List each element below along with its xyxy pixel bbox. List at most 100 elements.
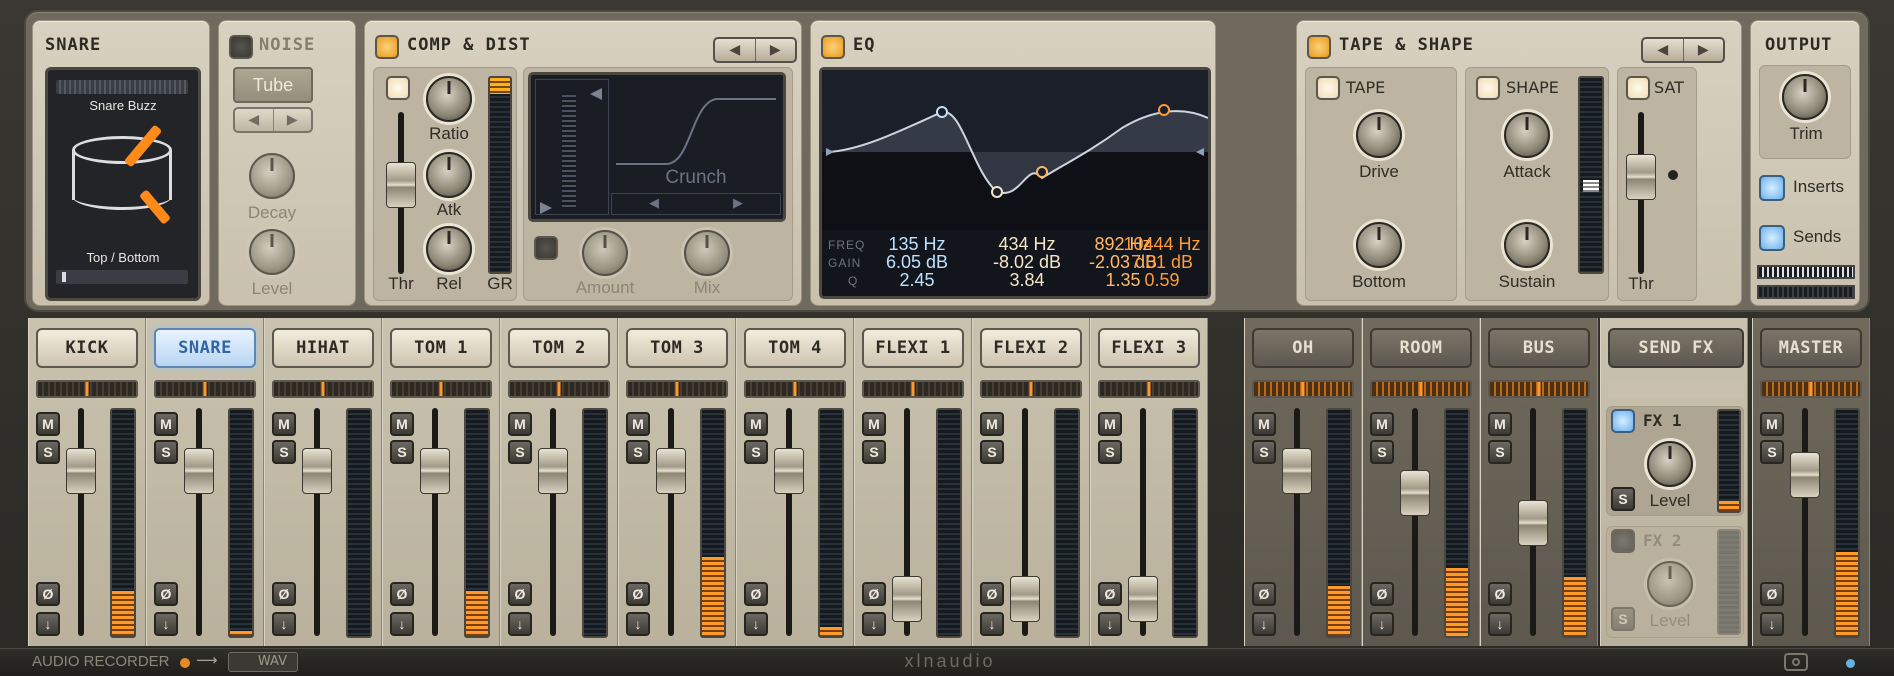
fx1-solo-button[interactable]: S <box>1611 487 1635 511</box>
bus-bus-button[interactable]: BUS <box>1488 328 1590 368</box>
channel-tom-3-output-route-button[interactable]: ↓ <box>626 612 650 636</box>
channel-tom-4-fader[interactable] <box>774 408 804 636</box>
master-mute-button[interactable]: M <box>1760 412 1784 436</box>
channel-flexi-3-phase-button[interactable]: Ø <box>1098 582 1122 606</box>
next-icon[interactable]: ▶ <box>696 194 780 214</box>
shape-on-led[interactable] <box>1476 76 1500 100</box>
comp-preset-arrows[interactable]: ◀ ▶ <box>713 37 797 63</box>
channel-tom-4-mute-button[interactable]: M <box>744 412 768 436</box>
drive-knob[interactable] <box>1356 112 1402 158</box>
dist-display[interactable]: Crunch ◀ ▶ <box>528 72 786 222</box>
sustain-knob[interactable] <box>1504 222 1550 268</box>
channel-tom-4-phase-button[interactable]: Ø <box>744 582 768 606</box>
tape-shape-enable-led[interactable] <box>1307 35 1331 59</box>
channel-snare-mute-button[interactable]: M <box>154 412 178 436</box>
channel-flexi-1-solo-button[interactable]: S <box>862 440 886 464</box>
attack-shape-knob[interactable] <box>1504 112 1550 158</box>
channel-kick-solo-button[interactable]: S <box>36 440 60 464</box>
ratio-knob[interactable] <box>426 76 472 122</box>
channel-flexi-3-pan[interactable] <box>1098 380 1200 398</box>
bus-oh-fader[interactable] <box>1282 408 1312 636</box>
channel-flexi-1-fader[interactable] <box>892 408 922 636</box>
channel-tom-1-button[interactable]: TOM 1 <box>390 328 492 368</box>
channel-tom-1-pan[interactable] <box>390 380 492 398</box>
sendfx-button[interactable]: SEND FX <box>1608 328 1744 368</box>
bus-room-phase-button[interactable]: Ø <box>1370 582 1394 606</box>
bus-room-output-route-button[interactable]: ↓ <box>1370 612 1394 636</box>
bus-bus-mute-button[interactable]: M <box>1488 412 1512 436</box>
noise-type-arrows[interactable]: ◀ ▶ <box>233 107 313 133</box>
mix-knob[interactable] <box>684 230 730 276</box>
bus-bus-pan[interactable] <box>1488 380 1590 398</box>
bus-oh-solo-button[interactable]: S <box>1252 440 1276 464</box>
wav-format-button[interactable]: WAV <box>228 652 298 672</box>
channel-tom-3-button[interactable]: TOM 3 <box>626 328 728 368</box>
bus-room-pan[interactable] <box>1370 380 1472 398</box>
channel-hihat-fader[interactable] <box>302 408 332 636</box>
channel-tom-2-fader[interactable] <box>538 408 568 636</box>
noise-decay-knob[interactable] <box>249 153 295 199</box>
channel-kick-fader[interactable] <box>66 408 96 636</box>
channel-flexi-2-pan[interactable] <box>980 380 1082 398</box>
bus-oh-pan[interactable] <box>1252 380 1354 398</box>
fx1-enable-led[interactable] <box>1611 409 1635 433</box>
channel-flexi-1-mute-button[interactable]: M <box>862 412 886 436</box>
prev-icon[interactable]: ◀ <box>1643 39 1683 61</box>
channel-flexi-2-fader[interactable] <box>1010 408 1040 636</box>
eq-display[interactable]: FREQ GAIN Q 135 Hz 6.05 dB 2.45 434 Hz -… <box>819 67 1211 299</box>
channel-tom-2-button[interactable]: TOM 2 <box>508 328 610 368</box>
channel-kick-button[interactable]: KICK <box>36 328 138 368</box>
channel-flexi-1-phase-button[interactable]: Ø <box>862 582 886 606</box>
channel-snare-phase-button[interactable]: Ø <box>154 582 178 606</box>
channel-tom-1-output-route-button[interactable]: ↓ <box>390 612 414 636</box>
channel-flexi-2-phase-button[interactable]: Ø <box>980 582 1004 606</box>
channel-snare-solo-button[interactable]: S <box>154 440 178 464</box>
channel-tom-3-mute-button[interactable]: M <box>626 412 650 436</box>
channel-flexi-2-button[interactable]: FLEXI 2 <box>980 328 1082 368</box>
bus-room-button[interactable]: ROOM <box>1370 328 1472 368</box>
release-knob[interactable] <box>426 226 472 272</box>
bus-oh-button[interactable]: OH <box>1252 328 1354 368</box>
channel-flexi-3-fader[interactable] <box>1128 408 1158 636</box>
comp-enable-led[interactable] <box>375 35 399 59</box>
bus-bus-phase-button[interactable]: Ø <box>1488 582 1512 606</box>
channel-flexi-1-button[interactable]: FLEXI 1 <box>862 328 964 368</box>
noise-enable-led[interactable] <box>229 35 253 59</box>
eq-enable-led[interactable] <box>821 35 845 59</box>
channel-tom-2-solo-button[interactable]: S <box>508 440 532 464</box>
channel-kick-mute-button[interactable]: M <box>36 412 60 436</box>
camera-icon[interactable] <box>1784 653 1808 671</box>
dist-preset-arrows[interactable]: ◀ ▶ <box>611 193 781 215</box>
channel-tom-4-pan[interactable] <box>744 380 846 398</box>
channel-tom-4-button[interactable]: TOM 4 <box>744 328 846 368</box>
channel-tom-1-phase-button[interactable]: Ø <box>390 582 414 606</box>
channel-tom-1-solo-button[interactable]: S <box>390 440 414 464</box>
master-solo-button[interactable]: S <box>1760 440 1784 464</box>
bus-room-fader[interactable] <box>1400 408 1430 636</box>
trim-knob[interactable] <box>1782 74 1828 120</box>
master-output-route-button[interactable]: ↓ <box>1760 612 1784 636</box>
noise-level-knob[interactable] <box>249 229 295 275</box>
sends-toggle[interactable]: Sends <box>1759 225 1855 259</box>
tape-on-led[interactable] <box>1316 76 1340 100</box>
tape-preset-arrows[interactable]: ◀ ▶ <box>1641 37 1725 63</box>
bus-oh-phase-button[interactable]: Ø <box>1252 582 1276 606</box>
channel-hihat-button[interactable]: HIHAT <box>272 328 374 368</box>
channel-kick-output-route-button[interactable]: ↓ <box>36 612 60 636</box>
channel-tom-2-mute-button[interactable]: M <box>508 412 532 436</box>
comp-on-led[interactable] <box>386 76 410 100</box>
sat-on-led[interactable] <box>1626 76 1650 100</box>
channel-hihat-pan[interactable] <box>272 380 374 398</box>
channel-hihat-output-route-button[interactable]: ↓ <box>272 612 296 636</box>
channel-flexi-2-mute-button[interactable]: M <box>980 412 1004 436</box>
bus-room-solo-button[interactable]: S <box>1370 440 1394 464</box>
channel-tom-2-pan[interactable] <box>508 380 610 398</box>
fx1-level-knob[interactable] <box>1647 441 1693 487</box>
prev-icon[interactable]: ◀ <box>715 39 755 61</box>
channel-snare-button[interactable]: SNARE <box>154 328 256 368</box>
channel-tom-2-phase-button[interactable]: Ø <box>508 582 532 606</box>
channel-tom-2-output-route-button[interactable]: ↓ <box>508 612 532 636</box>
channel-flexi-3-output-route-button[interactable]: ↓ <box>1098 612 1122 636</box>
inserts-toggle[interactable]: Inserts <box>1759 171 1855 215</box>
channel-flexi-1-output-route-button[interactable]: ↓ <box>862 612 886 636</box>
